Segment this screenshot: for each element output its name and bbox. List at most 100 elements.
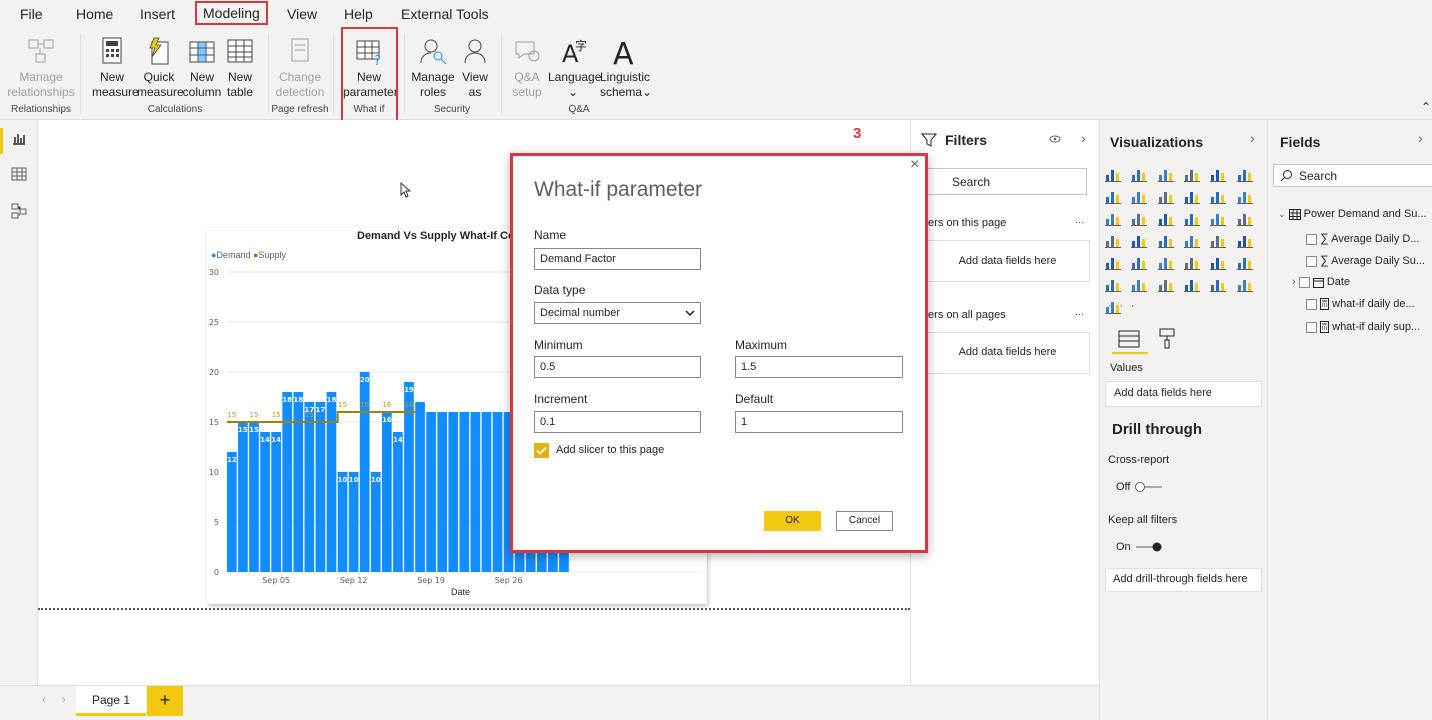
filters-search[interactable]: Search (925, 168, 1087, 195)
visual-type-icon[interactable] (1183, 188, 1200, 204)
maximum-input[interactable]: 1.5 (735, 356, 903, 378)
visual-type-icon[interactable] (1236, 210, 1253, 226)
visual-type-icon[interactable] (1183, 276, 1200, 292)
visual-type-icon[interactable] (1183, 254, 1200, 270)
data-type-select[interactable]: Decimal number (534, 302, 701, 324)
menu-external-tools[interactable]: External Tools (401, 6, 489, 22)
next-page-icon[interactable]: › (62, 694, 66, 706)
manage-relationships-button[interactable]: Manage relationships (6, 36, 76, 100)
qa-setup-button[interactable]: Q&A setup (508, 36, 546, 100)
drill-through-dropzone[interactable]: Add drill-through fields here (1105, 568, 1262, 592)
quick-measure-button[interactable]: Quick measure (137, 36, 184, 100)
fields-title: Fields (1280, 134, 1321, 150)
model-view-icon[interactable] (11, 203, 27, 219)
field-row[interactable]: what-if daily sup... (1306, 321, 1420, 334)
visual-type-icon[interactable] (1105, 254, 1121, 270)
minimum-input[interactable]: 0.5 (534, 356, 701, 378)
visual-type-icon[interactable] (1210, 276, 1227, 292)
visual-type-icon[interactable] (1183, 210, 1200, 226)
menu-modeling[interactable]: Modeling (195, 1, 268, 25)
visual-type-icon[interactable] (1131, 166, 1148, 182)
cancel-button[interactable]: Cancel (836, 511, 893, 531)
visual-type-icon[interactable] (1157, 254, 1174, 270)
visual-type-icon[interactable] (1131, 276, 1148, 292)
new-column-button[interactable]: New column (182, 36, 222, 100)
collapse-ribbon-icon[interactable]: ⌃ (1421, 100, 1431, 114)
visual-type-icon[interactable] (1131, 188, 1148, 204)
name-input[interactable]: Demand Factor (534, 248, 701, 270)
filters-all-pages-more[interactable]: ... (1075, 306, 1084, 318)
keep-filters-toggle[interactable]: On (1116, 541, 1164, 553)
values-dropzone[interactable]: Add data fields here (1105, 381, 1262, 407)
menu-home[interactable]: Home (76, 6, 113, 22)
visual-type-icon[interactable] (1157, 232, 1174, 248)
new-table-button[interactable]: New table (222, 36, 258, 100)
y-tick-label: 0 (214, 568, 219, 577)
visual-type-icon[interactable] (1236, 166, 1253, 182)
visual-type-icon[interactable] (1157, 188, 1174, 204)
fields-search[interactable]: Search (1273, 164, 1432, 187)
new-measure-button[interactable]: New measure (92, 36, 139, 100)
cross-report-toggle[interactable]: Off (1116, 481, 1164, 493)
visual-type-icon[interactable] (1131, 210, 1148, 226)
demand-bar (448, 412, 459, 572)
visual-type-icon[interactable] (1236, 188, 1253, 204)
visual-type-icon[interactable] (1157, 276, 1174, 292)
fields-well-icon[interactable] (1118, 330, 1140, 348)
filters-on-page-more[interactable]: ... (1075, 214, 1084, 226)
field-row[interactable]: › Date (1292, 276, 1350, 288)
visual-type-icon[interactable] (1210, 166, 1227, 182)
visual-type-icon[interactable] (1210, 254, 1227, 270)
add-page-button[interactable]: + (147, 686, 183, 716)
menu-view[interactable]: View (287, 6, 317, 22)
linguistic-schema-button[interactable]: A Linguistic schema⌄ (600, 36, 652, 100)
manage-roles-button[interactable]: Manage roles (410, 36, 456, 100)
close-icon[interactable]: × (910, 156, 919, 174)
visual-type-icon[interactable] (1236, 232, 1253, 248)
filters-all-dropzone[interactable]: Add data fields here (925, 332, 1090, 374)
menu-file[interactable]: File (20, 6, 43, 22)
visual-type-icon[interactable] (1183, 232, 1200, 248)
menu-help[interactable]: Help (344, 6, 373, 22)
change-detection-button[interactable]: Change detection (272, 36, 328, 100)
data-view-icon[interactable] (11, 166, 27, 182)
visual-type-icon[interactable] (1105, 188, 1121, 204)
filters-page-dropzone[interactable]: Add data fields here (925, 240, 1090, 282)
menu-insert[interactable]: Insert (140, 6, 175, 22)
field-row[interactable]: what-if daily de... (1306, 298, 1415, 311)
visual-type-icon[interactable] (1236, 254, 1253, 270)
visual-type-icon[interactable] (1210, 188, 1227, 204)
table-row[interactable]: ⌄ Power Demand and Su... (1278, 208, 1427, 220)
field-row[interactable]: ∑ Average Daily D... (1306, 231, 1420, 245)
visual-type-icon[interactable] (1157, 210, 1174, 226)
report-view-icon[interactable] (11, 130, 27, 146)
eye-icon[interactable] (1049, 134, 1061, 144)
language-button[interactable]: A字 Language ⌄ (548, 36, 601, 100)
ribbon: Manage relationships New measure Quick m… (0, 28, 1432, 120)
ok-button[interactable]: OK (764, 511, 821, 531)
visual-type-icon[interactable] (1131, 254, 1148, 270)
visual-type-icon[interactable] (1131, 232, 1148, 248)
visual-type-icon[interactable] (1105, 210, 1121, 226)
visual-type-icon[interactable] (1105, 232, 1121, 248)
slicer-checkbox[interactable] (534, 443, 549, 458)
svg-text:A: A (613, 37, 634, 66)
format-paint-icon[interactable] (1158, 328, 1176, 350)
visual-type-icon[interactable] (1210, 232, 1227, 248)
page-1-tab[interactable]: Page 1 (76, 686, 146, 716)
visual-type-icon[interactable] (1105, 276, 1121, 292)
more-visuals-icon[interactable]: · · · (1108, 298, 1137, 312)
visual-type-icon[interactable] (1210, 210, 1227, 226)
view-as-button[interactable]: View as (458, 36, 492, 100)
field-row[interactable]: ∑ Average Daily Su... (1306, 253, 1425, 267)
increment-input[interactable]: 0.1 (534, 411, 701, 433)
visual-type-icon[interactable] (1105, 166, 1121, 182)
collapse-fields-icon[interactable]: › (1418, 130, 1423, 146)
visual-type-icon[interactable] (1183, 166, 1200, 182)
default-input[interactable]: 1 (735, 411, 903, 433)
visual-type-icon[interactable] (1157, 166, 1174, 182)
visual-type-icon[interactable] (1236, 276, 1253, 292)
collapse-viz-icon[interactable]: › (1250, 130, 1255, 146)
prev-page-icon[interactable]: ‹ (42, 694, 46, 706)
collapse-filters-icon[interactable]: › (1081, 130, 1086, 146)
